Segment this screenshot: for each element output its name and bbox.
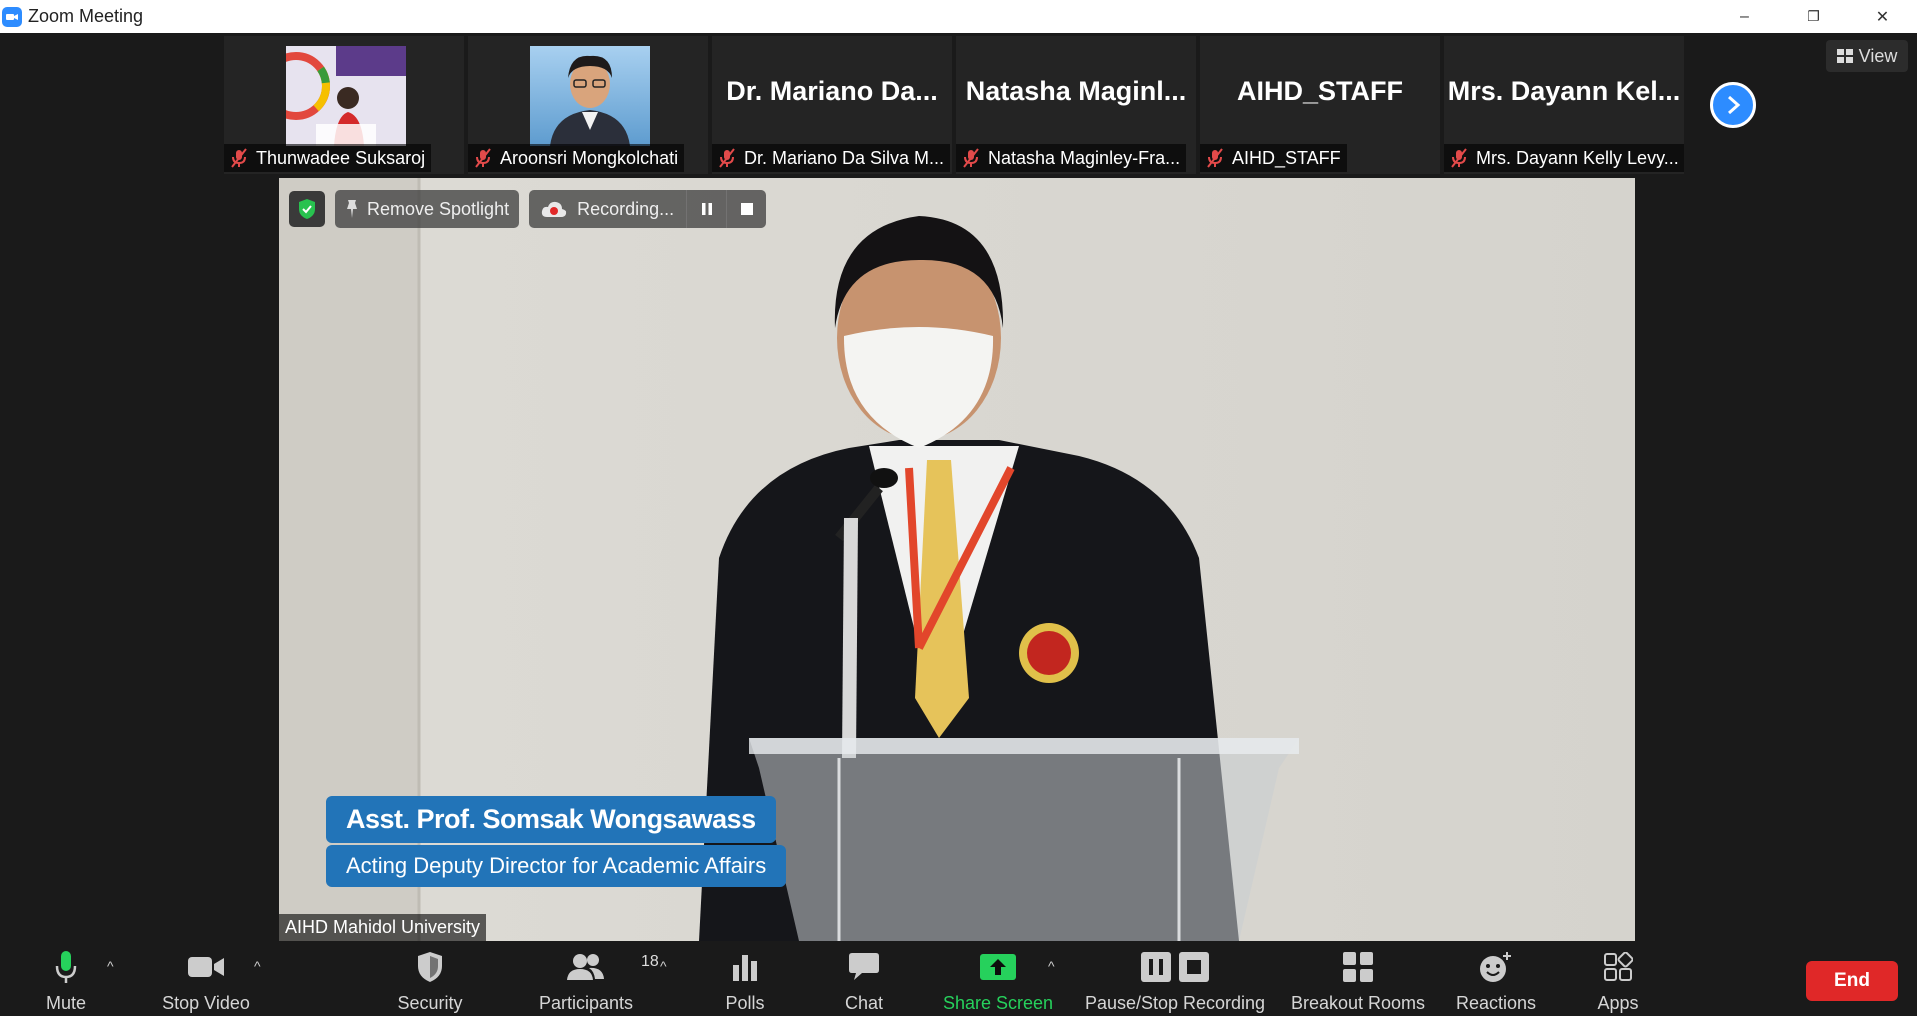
stop-icon [1179, 952, 1209, 982]
participants-count: 18 [641, 953, 659, 970]
participant-thumbnail[interactable]: Mrs. Dayann Kel... Mrs. Dayann Kelly Lev… [1444, 36, 1684, 174]
meeting-toolbar: Mute ^ Stop Video ^ Security 18 Particip… [0, 944, 1917, 1016]
mic-muted-icon [231, 148, 247, 168]
zoom-app-icon [2, 6, 22, 27]
share-screen-button[interactable]: Share Screen [940, 944, 1056, 1016]
pause-icon [1141, 952, 1171, 982]
participant-thumbnail-strip: Thunwadee Suksaroj Aroonsri Mongkolchati… [224, 36, 1684, 174]
mic-muted-icon [475, 148, 491, 168]
apps-icon [1604, 952, 1633, 981]
apps-button[interactable]: Apps [1590, 944, 1646, 1016]
remove-spotlight-button[interactable]: Remove Spotlight [335, 190, 520, 228]
cloud-recording-icon [541, 201, 567, 217]
restore-button[interactable]: ❐ [1779, 0, 1848, 33]
participant-thumbnail[interactable]: AIHD_STAFF AIHD_STAFF [1200, 36, 1440, 174]
recording-status: Recording... [529, 190, 767, 228]
encryption-shield-icon[interactable] [289, 191, 325, 227]
participant-thumbnail[interactable]: Dr. Mariano Da... Dr. Mariano Da Silva M… [712, 36, 952, 174]
chevron-right-icon [1728, 95, 1741, 115]
breakout-rooms-button[interactable]: Breakout Rooms [1288, 944, 1428, 1016]
view-button[interactable]: View [1826, 40, 1908, 72]
participants-button[interactable]: 18 Participants [536, 944, 659, 1016]
lower-third-caption: Asst. Prof. Somsak Wongsawass Acting Dep… [326, 796, 787, 887]
video-camera-icon [188, 957, 224, 977]
participants-options-caret[interactable]: ^ [660, 958, 667, 974]
participant-name-label: Natasha Maginley-Fra... [956, 144, 1187, 172]
participant-name-label: Dr. Mariano Da Silva M... [712, 144, 951, 172]
mute-button[interactable]: Mute [36, 944, 96, 1016]
speaker-title-name: Asst. Prof. Somsak Wongsawass [326, 796, 776, 843]
participant-thumbnail[interactable]: Thunwadee Suksaroj [224, 36, 464, 174]
polls-button[interactable]: Polls [715, 944, 775, 1016]
next-page-button[interactable] [1710, 82, 1756, 128]
mic-muted-icon [963, 148, 979, 168]
participants-icon [567, 954, 604, 980]
minimize-button[interactable]: – [1710, 0, 1779, 33]
recording-label: Recording... [577, 198, 675, 219]
microphone-icon [55, 951, 77, 983]
end-meeting-button[interactable]: End [1806, 961, 1898, 1001]
video-options-caret[interactable]: ^ [254, 958, 261, 974]
stop-recording-button[interactable] [726, 190, 766, 228]
mic-muted-icon [719, 148, 735, 168]
participant-thumbnail[interactable]: Aroonsri Mongkolchati [468, 36, 708, 174]
pause-stop-recording-button[interactable]: Pause/Stop Recording [1080, 944, 1270, 1016]
smiley-plus-icon [1480, 952, 1511, 982]
audio-options-caret[interactable]: ^ [107, 958, 114, 974]
pause-recording-button[interactable] [686, 190, 726, 228]
window-title: Zoom Meeting [28, 6, 144, 26]
participant-name-label: Thunwadee Suksaroj [224, 144, 432, 172]
close-button[interactable]: ✕ [1848, 0, 1917, 33]
mic-muted-icon [1451, 148, 1467, 168]
pin-icon [347, 200, 357, 218]
pause-icon [701, 203, 712, 215]
participant-thumbnail[interactable]: Natasha Maginl... Natasha Maginley-Fra..… [956, 36, 1196, 174]
stop-video-button[interactable]: Stop Video [156, 944, 256, 1016]
stop-icon [740, 203, 753, 215]
chat-button[interactable]: Chat [834, 944, 894, 1016]
security-button[interactable]: Security [390, 944, 470, 1016]
title-bar: Zoom Meeting – ❐ ✕ [0, 0, 1917, 33]
grid-view-icon [1836, 49, 1853, 63]
shield-icon [418, 952, 442, 982]
breakout-rooms-icon [1343, 952, 1373, 982]
chat-bubble-icon [849, 953, 879, 980]
participant-name-label: Mrs. Dayann Kelly Levy... [1444, 144, 1684, 172]
share-options-caret[interactable]: ^ [1048, 958, 1055, 974]
share-screen-icon [980, 954, 1016, 980]
bar-chart-icon [733, 955, 757, 981]
participant-video-banner [286, 46, 406, 146]
speaker-title-role: Acting Deputy Director for Academic Affa… [326, 845, 787, 887]
reactions-button[interactable]: Reactions [1450, 944, 1542, 1016]
participant-video-portrait [530, 46, 650, 146]
participant-name-label: AIHD_STAFF [1200, 144, 1347, 172]
participant-name-label: Aroonsri Mongkolchati [468, 144, 685, 172]
main-video: Remove Spotlight Recording... Asst. Prof… [279, 178, 1635, 941]
active-speaker-label: AIHD Mahidol University [279, 914, 487, 941]
mic-muted-icon [1207, 148, 1223, 168]
